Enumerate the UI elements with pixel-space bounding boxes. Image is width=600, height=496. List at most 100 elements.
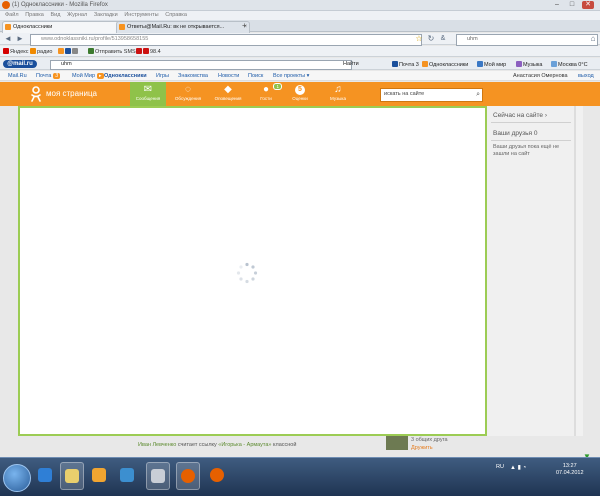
tray-icons[interactable]: ▲ ▮ ◔ (510, 464, 540, 472)
bookmark-send-sms[interactable]: Отправить SMS (88, 48, 136, 55)
portal-odnoklassniki[interactable]: Одноклассники (104, 73, 147, 79)
menu-edit[interactable]: Правка (25, 11, 44, 20)
close-window-button[interactable]: ✕ (582, 1, 594, 9)
home-icon[interactable]: ⌂ (588, 34, 598, 44)
menu-bookmarks[interactable]: Закладки (94, 11, 118, 20)
menu-tools[interactable]: Инструменты (124, 11, 158, 20)
url-input[interactable]: www.odnoklassniki.ru/profile/51395865815… (30, 34, 422, 46)
menu-help[interactable]: Справка (165, 11, 187, 20)
feed-link[interactable]: «Игорька - Армаута» (218, 442, 271, 448)
app-icon (151, 469, 165, 483)
ok-search-input[interactable]: искать на сайте ⌕ (380, 88, 483, 102)
menu-view[interactable]: Вид (50, 11, 60, 20)
mailru-toolbar: @mail.ru uhm Найти Почта 3 Одноклассники… (0, 58, 600, 70)
windows-taskbar: RU ▲ ▮ ◔ 13:27 07.04.2012 (0, 457, 600, 496)
feed-author-link[interactable]: Иван Левченко (138, 442, 176, 448)
back-button[interactable]: ◄ (3, 34, 13, 44)
ok-icon (422, 61, 428, 67)
user-name[interactable]: Анастасия Омернова (513, 73, 568, 79)
maximize-button[interactable]: □ (566, 1, 578, 9)
bookmark-toolbar-icons[interactable] (58, 48, 79, 55)
friend-suggestion-avatar[interactable] (386, 436, 408, 450)
portal-myworld[interactable]: Мой Мир ▸ (72, 73, 104, 79)
bookmark-star-icon[interactable]: ☆ (414, 34, 424, 44)
now-online-link[interactable]: Сейчас на сайте › (493, 112, 547, 119)
music-note-icon: ♫ (334, 84, 342, 95)
task-firefox-2[interactable] (206, 462, 228, 488)
ok-logo-icon[interactable] (30, 86, 42, 102)
right-sidebar: Сейчас на сайте › Ваши друзья 0 Ваши дру… (487, 106, 575, 436)
footprints-icon: ● (262, 84, 270, 95)
portal-mailru[interactable]: Mail.Ru (8, 73, 27, 79)
mailru-mail-button[interactable]: Почта 3 (392, 61, 419, 68)
url-text: www.odnoklassniki.ru/profile/51395865815… (41, 36, 149, 42)
portal-nav: Mail.Ru Почта 3 Мой Мир ▸ Одноклассники Иг… (0, 71, 600, 81)
friends-online-title: Ваши друзья 0 (493, 130, 538, 137)
ok-favicon-icon (5, 24, 11, 30)
tab-otvety-mailru[interactable]: Ответы@Mail.Ru: вк не открывается... × (116, 21, 250, 33)
forward-button[interactable]: ► (15, 34, 25, 44)
logout-link[interactable]: выход (578, 73, 594, 79)
loading-spinner-icon (236, 262, 258, 284)
minimize-button[interactable]: – (551, 1, 563, 9)
new-tab-button[interactable]: + (242, 21, 247, 30)
task-ie[interactable] (34, 462, 56, 488)
mailru-ok-button[interactable]: Одноклассники (422, 61, 468, 68)
guests-count-badge: 1 (273, 83, 282, 90)
start-button[interactable] (3, 464, 31, 492)
ie-icon (38, 468, 52, 482)
firefox-icon (181, 469, 195, 483)
mailru-search-input[interactable]: uhm (50, 60, 352, 70)
myworld-icon (477, 61, 483, 67)
mailru-favicon-icon (119, 24, 125, 30)
task-media[interactable] (88, 462, 110, 488)
reload-button[interactable]: ↻ (426, 34, 436, 44)
ok-nav-label: Обсуждения (174, 96, 202, 101)
mailru-logo[interactable]: @mail.ru (3, 60, 37, 68)
browser-search-input[interactable]: uhm (456, 34, 598, 46)
firefox-icon (2, 1, 10, 9)
bookmark-yandex[interactable]: Яндекс (3, 48, 29, 55)
mailru-weather[interactable]: Москва 0°C (551, 61, 588, 68)
portal-mail[interactable]: Почта 3 (36, 73, 61, 79)
mailru-myworld-button[interactable]: Мой мир (477, 61, 506, 68)
bookmark-extra[interactable]: 98.4 (136, 48, 161, 55)
language-indicator[interactable]: RU (496, 464, 504, 470)
portal-news[interactable]: Новости (218, 73, 239, 79)
media-player-icon (92, 468, 106, 482)
window-title: (1) Одноклассники - Mozilla Firefox (12, 2, 108, 8)
search-icon[interactable]: ⌕ (476, 89, 480, 100)
task-explorer[interactable] (60, 462, 84, 490)
feed-tail: классной (273, 442, 297, 448)
menu-history[interactable]: Журнал (67, 11, 87, 20)
mailru-find-button[interactable]: Найти (343, 61, 359, 67)
tab-odnoklassniki[interactable]: Одноклассники × (2, 21, 126, 33)
menu-file[interactable]: Файл (5, 11, 19, 20)
tab-label: Ответы@Mail.Ru: вк не открывается... (127, 24, 225, 30)
ok-nav-label: Гости (260, 96, 272, 101)
my-page-link[interactable]: моя страница (46, 89, 97, 98)
rss-icon[interactable]: & (438, 34, 448, 44)
ok-nav-ratings[interactable]: 5 Оценки (282, 82, 318, 106)
firefox-icon (210, 468, 224, 482)
portal-search[interactable]: Поиск (248, 73, 263, 79)
ok-nav-music[interactable]: ♫ Музыка (320, 82, 356, 106)
task-firefox-1[interactable] (176, 462, 200, 490)
mailru-search-value: uhm (61, 61, 72, 67)
portal-all-projects[interactable]: Все проекты ▾ (273, 73, 309, 79)
ok-nav-notifications[interactable]: ◆ Оповещения (210, 82, 246, 106)
divider (491, 140, 571, 141)
ok-nav-messages[interactable]: ✉ Сообщения (130, 82, 166, 106)
bookmark-radio[interactable]: радио (30, 48, 52, 55)
ok-nav-guests[interactable]: 1 ● Гости (248, 82, 284, 106)
portal-games[interactable]: Игры (156, 73, 169, 79)
taskbar-clock[interactable]: 13:27 07.04.2012 (556, 463, 584, 477)
task-network[interactable] (116, 462, 138, 488)
common-friends-text: 3 общих друга (411, 437, 448, 443)
mailru-music-button[interactable]: Музыка (516, 61, 542, 68)
page-scrollbar[interactable] (575, 106, 583, 436)
ok-nav-discussions[interactable]: ◌ Обсуждения (170, 82, 206, 106)
task-app[interactable] (146, 462, 170, 490)
befriend-link[interactable]: Дружить (411, 445, 433, 451)
portal-dating[interactable]: Знакомства (178, 73, 208, 79)
